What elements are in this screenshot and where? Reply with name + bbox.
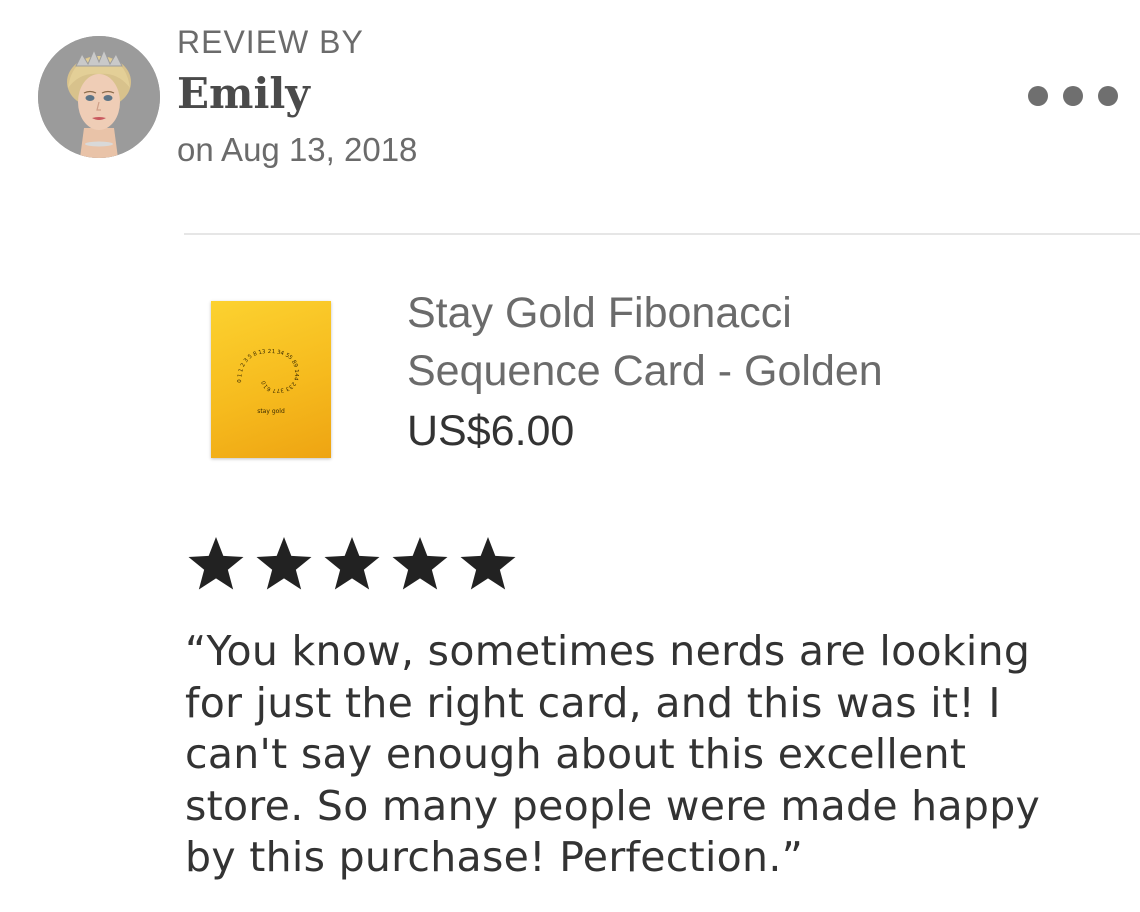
- product-image: 0 1 1 2 3 5 8 13 21 34 55 89 144 233 377…: [237, 349, 299, 415]
- product-thumb-numbers: 0 1 1 2 3 5 8 13 21 34 55 89 144 233 377…: [237, 349, 299, 393]
- reviewer-avatar[interactable]: [38, 36, 160, 158]
- product-title[interactable]: Stay Gold Fibonacci Sequence Card - Gold…: [407, 284, 1047, 400]
- review-text: “You know, sometimes nerds are looking f…: [185, 626, 1125, 884]
- review-text-line: store. So many people were made happy: [185, 781, 1041, 830]
- review-text-line: for just the right card, and this was it…: [185, 678, 1001, 727]
- star-icon: [321, 535, 383, 593]
- product-thumbnail[interactable]: 0 1 1 2 3 5 8 13 21 34 55 89 144 233 377…: [211, 301, 331, 458]
- product-price: US$6.00: [407, 407, 575, 455]
- divider: [184, 233, 1140, 235]
- star-rating: [185, 535, 519, 593]
- more-horizontal-icon: [1028, 86, 1048, 106]
- reviewer-name[interactable]: Emily: [177, 68, 310, 120]
- more-horizontal-icon-dot: [1098, 86, 1118, 106]
- review-by-label: REVIEW BY: [177, 24, 364, 60]
- product-title-line: Stay Gold Fibonacci: [407, 289, 792, 337]
- product-title-line: Sequence Card - Golden: [407, 347, 883, 395]
- review-date: on Aug 13, 2018: [177, 131, 418, 168]
- svg-text:0 1 1 2 3 5 8 13 21 34 55 89 1: 0 1 1 2 3 5 8 13 21 34 55 89 144 233 377…: [237, 349, 299, 393]
- star-icon: [253, 535, 315, 593]
- more-options-button[interactable]: [1028, 80, 1118, 112]
- avatar-image: [38, 36, 160, 158]
- review-text-line: can't say enough about this excellent: [185, 730, 967, 778]
- review-text-line: by this purchase! Perfection.”: [185, 833, 804, 881]
- star-icon: [389, 535, 451, 593]
- star-icon: [185, 535, 247, 593]
- product-thumb-text: stay gold: [257, 408, 285, 415]
- more-horizontal-icon-dot: [1063, 86, 1083, 106]
- star-icon: [457, 535, 519, 593]
- review-text-line: “You know, sometimes nerds are looking: [185, 627, 1031, 675]
